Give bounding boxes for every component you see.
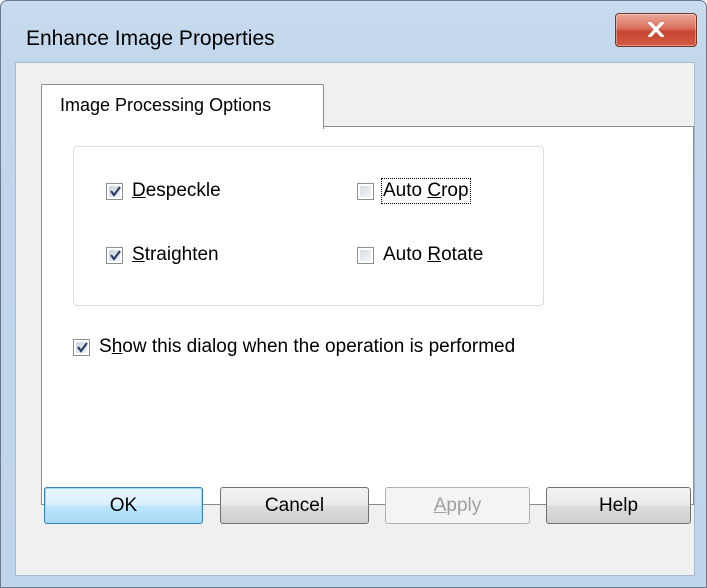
- cancel-button[interactable]: Cancel: [220, 487, 369, 524]
- dialog-window: Enhance Image Properties Image Processin…: [0, 0, 707, 588]
- auto-crop-label: Auto Crop: [381, 178, 471, 204]
- checkbox-box[interactable]: [73, 338, 90, 356]
- auto-crop-checkbox[interactable]: Auto Crop: [357, 178, 471, 204]
- check-mark-icon: [110, 185, 121, 197]
- auto-rotate-label: Auto Rotate: [383, 244, 484, 265]
- straighten-label: Straighten: [132, 244, 219, 265]
- close-button[interactable]: [615, 13, 697, 47]
- checkbox-box[interactable]: [357, 182, 374, 200]
- ok-button[interactable]: OK: [44, 487, 203, 524]
- tab-label: Image Processing Options: [60, 95, 272, 115]
- auto-rotate-checkbox[interactable]: Auto Rotate: [357, 244, 483, 266]
- apply-label-rest: pply: [446, 494, 482, 516]
- options-group: Despeckle Straighten Auto Crop Auto Rota…: [73, 146, 544, 306]
- checkbox-box[interactable]: [357, 246, 374, 264]
- window-title: Enhance Image Properties: [26, 27, 275, 50]
- check-mark-icon: [110, 249, 121, 261]
- apply-button[interactable]: Apply: [385, 487, 530, 524]
- checkbox-box[interactable]: [106, 246, 123, 264]
- apply-mnemonic: A: [433, 494, 447, 516]
- close-x-icon: [648, 22, 664, 37]
- despeckle-checkbox[interactable]: Despeckle: [106, 180, 221, 202]
- checkbox-box[interactable]: [106, 182, 123, 200]
- check-mark-icon: [77, 341, 88, 353]
- tab-panel: Despeckle Straighten Auto Crop Auto Rota…: [41, 126, 694, 505]
- show-dialog-checkbox[interactable]: Show this dialog when the operation is p…: [73, 336, 515, 358]
- tab-image-processing-options[interactable]: Image Processing Options: [41, 84, 324, 129]
- straighten-checkbox[interactable]: Straighten: [106, 244, 219, 266]
- show-dialog-label: Show this dialog when the operation is p…: [99, 336, 516, 357]
- despeckle-label: Despeckle: [132, 180, 221, 201]
- help-button[interactable]: Help: [546, 487, 691, 524]
